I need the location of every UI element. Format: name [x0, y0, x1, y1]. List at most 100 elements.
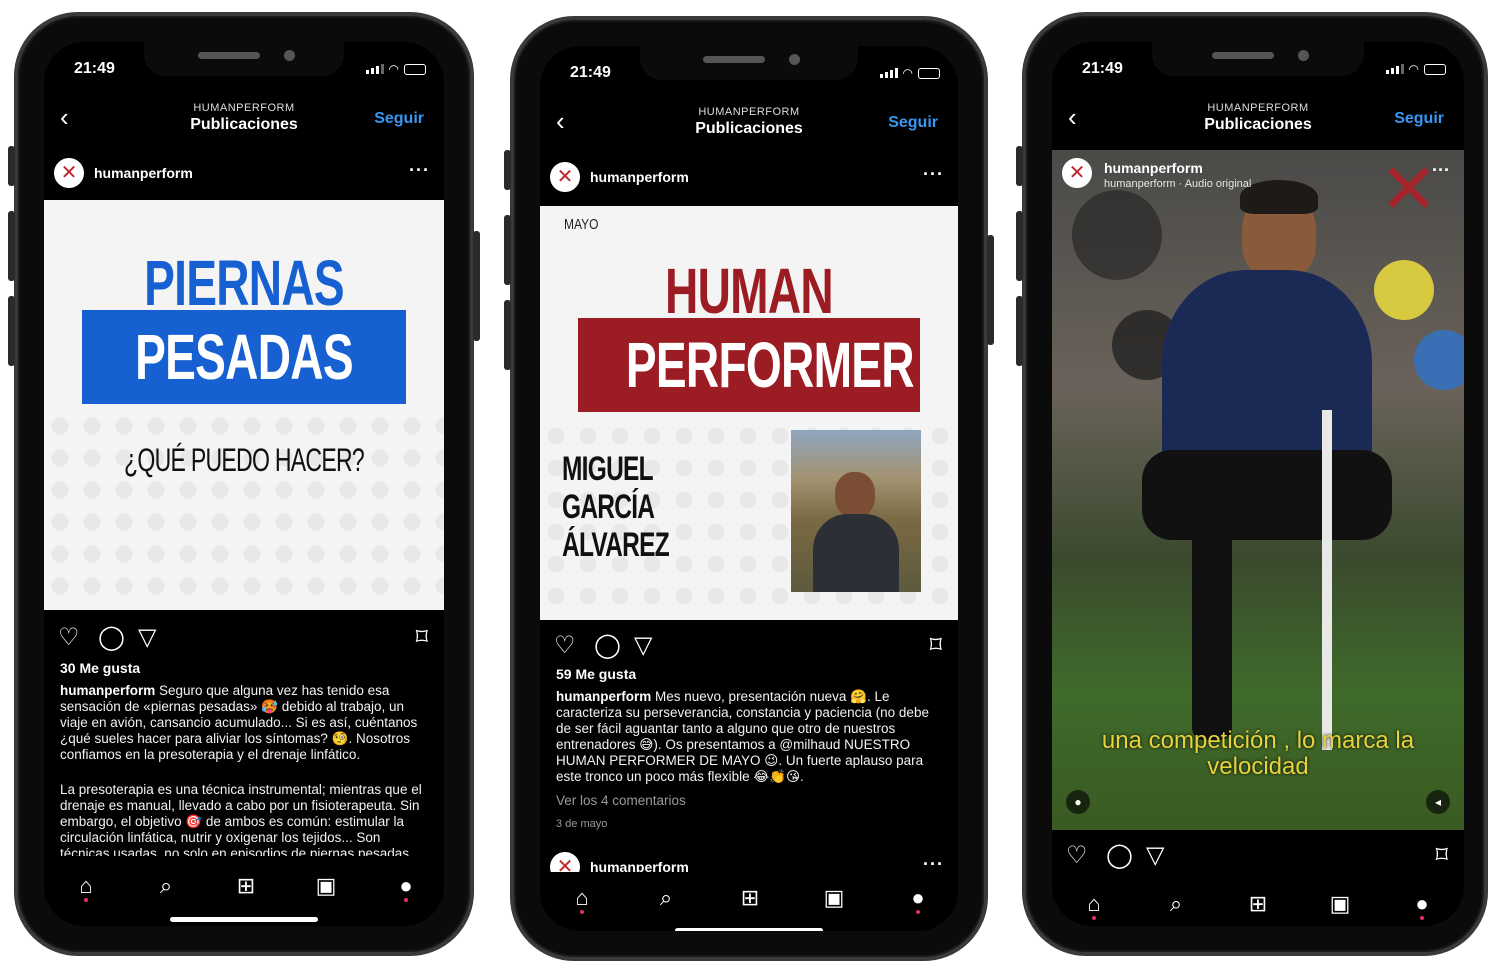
post-title-line2: PESADAS [135, 321, 353, 393]
caption-text-2: La presoterapia es una técnica instrumen… [60, 782, 422, 856]
post-actions: ♡ ◯ ▽ ⌑ [44, 620, 444, 660]
battery-icon [404, 63, 426, 75]
post-title-line1: HUMAN [665, 255, 834, 327]
caption-username[interactable]: humanperform [556, 689, 651, 704]
wifi-icon: ◠ [388, 62, 399, 76]
post-caption: humanperform Seguro que alguna vez has t… [60, 683, 428, 763]
follow-button[interactable]: Seguir [374, 110, 424, 128]
send-icon[interactable]: ▽ [138, 626, 156, 650]
header: ‹ HUMANPERFORM Publicaciones Seguir [1052, 94, 1464, 142]
post-caption: humanperform Mes nuevo, presentación nue… [556, 689, 942, 785]
reel-username[interactable]: humanperform [1104, 160, 1203, 176]
bookmark-icon[interactable]: ⌑ [1436, 844, 1448, 868]
caption-username[interactable]: humanperform [60, 683, 155, 698]
performer-name: MIGUEL GARCÍA ÁLVAREZ [562, 450, 762, 564]
search-icon[interactable]: ⌕ [650, 882, 682, 914]
reel-video[interactable]: ✕ ✕ humanperform humanperform · Audio or… [1052, 150, 1464, 830]
post-header: ✕ humanperform ··· [540, 154, 958, 202]
heart-icon[interactable]: ♡ [58, 626, 80, 650]
video-subtitle: una competición , lo marca la velocidad [1062, 728, 1454, 780]
home-indicator [675, 928, 823, 931]
comment-icon[interactable]: ◯ [1106, 844, 1133, 868]
performer-photo [791, 430, 921, 592]
name-line2: GARCÍA [562, 488, 655, 526]
header: ‹ HUMANPERFORM Publicaciones Seguir [44, 94, 444, 142]
avatar[interactable]: ✕ [550, 162, 580, 192]
reels-icon[interactable]: ▣ [1324, 888, 1356, 920]
tab-bar: ⌂ ⌕ ⊞ ▣ ● [1052, 878, 1464, 926]
post-username[interactable]: humanperform [94, 165, 193, 181]
reel-audio[interactable]: humanperform · Audio original [1104, 178, 1251, 190]
post-header: ✕ humanperform ··· [44, 150, 444, 198]
search-icon[interactable]: ⌕ [150, 870, 182, 902]
subtitle-line2: velocidad [1207, 753, 1309, 780]
post-month: MAYO [564, 216, 599, 233]
tab-bar: ⌂ ⌕ ⊞ ▣ ● [540, 872, 958, 924]
title-banner: PERFORMER [578, 318, 920, 412]
likes-count[interactable]: 30 Me gusta [60, 660, 140, 676]
view-comments[interactable]: Ver los 4 comentarios [556, 793, 942, 809]
reel-avatar[interactable]: ✕ [1062, 158, 1092, 188]
phone-1: 21:49 ◠ ‹ HUMANPERFORM Publicaciones Seg… [8, 12, 480, 956]
post-actions: ♡ ◯ ▽ ⌑ [540, 628, 958, 668]
battery-icon [1424, 63, 1446, 75]
send-icon[interactable]: ▽ [634, 634, 652, 658]
bookmark-icon[interactable]: ⌑ [930, 634, 942, 658]
battery-icon [918, 67, 940, 79]
status-bar: 21:49 ◠ [1052, 42, 1464, 86]
phone-2: 21:49 ◠ ‹ HUMANPERFORM Publicaciones Seg… [504, 16, 994, 961]
search-icon[interactable]: ⌕ [1160, 888, 1192, 920]
post-actions: ♡ ◯ ▽ ⌑ [1052, 838, 1464, 878]
status-bar: 21:49 ◠ [540, 46, 958, 90]
post-username[interactable]: humanperform [590, 169, 689, 185]
signal-icon [879, 68, 898, 78]
post-question: ¿QUÉ PUEDO HACER? [124, 442, 365, 478]
more-icon[interactable]: ··· [409, 160, 430, 181]
wifi-icon: ◠ [1408, 62, 1419, 76]
bookmark-icon[interactable]: ⌑ [416, 626, 428, 650]
post-title-line1: PIERNAS [144, 247, 345, 319]
avatar[interactable]: ✕ [54, 158, 84, 188]
more-icon[interactable]: ··· [923, 164, 944, 185]
status-time: 21:49 [570, 64, 611, 81]
more-icon[interactable]: ··· [1432, 160, 1450, 181]
follow-button[interactable]: Seguir [1394, 110, 1444, 128]
follow-button[interactable]: Seguir [888, 114, 938, 132]
volume-icon[interactable]: ◂ [1426, 790, 1450, 814]
signal-icon [1385, 64, 1404, 74]
post-image[interactable]: PIERNAS PESADAS ¿QUÉ PUEDO HACER? [44, 200, 444, 610]
screen: 21:49 ◠ ‹ HUMANPERFORM Publicaciones Seg… [1052, 42, 1464, 926]
status-time: 21:49 [74, 60, 115, 77]
add-icon[interactable]: ⊞ [1242, 888, 1274, 920]
signal-icon [365, 64, 384, 74]
tab-bar: ⌂ ⌕ ⊞ ▣ ● [44, 860, 444, 912]
heart-icon[interactable]: ♡ [554, 634, 576, 658]
header: ‹ HUMANPERFORM Publicaciones Seguir [540, 98, 958, 146]
comment-icon[interactable]: ◯ [594, 634, 621, 658]
comment-icon[interactable]: ◯ [98, 626, 125, 650]
reels-icon[interactable]: ▣ [310, 870, 342, 902]
screen: 21:49 ◠ ‹ HUMANPERFORM Publicaciones Seg… [44, 42, 444, 926]
home-indicator [170, 917, 318, 922]
likes-count[interactable]: 59 Me gusta [556, 666, 636, 682]
post-image[interactable]: MAYO HUMAN PERFORMER MIGUEL GARCÍA ÁLVAR… [540, 206, 958, 620]
phone-3: 21:49 ◠ ‹ HUMANPERFORM Publicaciones Seg… [1016, 12, 1488, 956]
send-icon[interactable]: ▽ [1146, 844, 1164, 868]
subtitle-line1: una competición , lo marca la [1101, 727, 1415, 754]
status-time: 21:49 [1082, 60, 1123, 77]
add-icon[interactable]: ⊞ [230, 870, 262, 902]
name-line3: ÁLVAREZ [562, 526, 670, 564]
wifi-icon: ◠ [902, 66, 913, 80]
status-bar: 21:49 ◠ [44, 42, 444, 86]
post-caption-more: La presoterapia es una técnica instrumen… [60, 782, 428, 856]
reels-icon[interactable]: ▣ [818, 882, 850, 914]
name-line1: MIGUEL [562, 450, 654, 488]
post-title-line2: PERFORMER [625, 329, 915, 401]
add-icon[interactable]: ⊞ [734, 882, 766, 914]
screen: 21:49 ◠ ‹ HUMANPERFORM Publicaciones Seg… [540, 46, 958, 931]
title-banner: PESADAS [82, 310, 406, 404]
tagged-user-icon[interactable]: ● [1066, 790, 1090, 814]
logo-watermark: ✕ [1379, 150, 1438, 228]
post-date: 3 de mayo [556, 818, 608, 830]
heart-icon[interactable]: ♡ [1066, 844, 1088, 868]
